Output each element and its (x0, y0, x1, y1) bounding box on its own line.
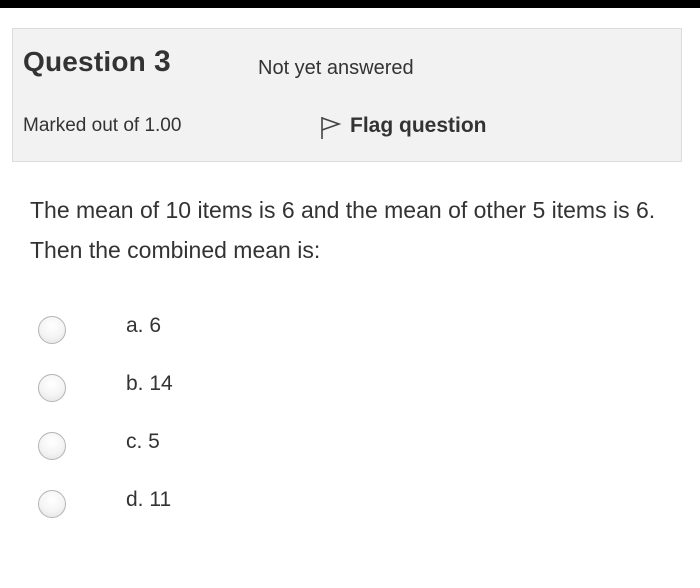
flag-question-button[interactable]: Flag question (318, 111, 487, 141)
answer-label-a[interactable]: a. 6 (126, 314, 161, 338)
answer-radio-c[interactable] (38, 432, 66, 460)
answer-radio-b[interactable] (38, 374, 66, 402)
flag-icon (318, 111, 342, 141)
answer-option-d[interactable]: d. 11 (38, 478, 438, 536)
top-bar (0, 0, 700, 8)
answer-option-a[interactable]: a. 6 (38, 304, 438, 362)
answer-label-d[interactable]: d. 11 (126, 488, 171, 512)
question-number-value: 3 (153, 45, 171, 78)
answer-list: a. 6 b. 14 c. 5 d. 11 (38, 304, 438, 536)
answer-radio-a[interactable] (38, 316, 66, 344)
question-number: Question 3 (23, 45, 171, 79)
answer-radio-d[interactable] (38, 490, 66, 518)
question-state: Not yet answered (258, 57, 414, 79)
question-label: Question (23, 46, 146, 77)
question-grade: Marked out of 1.00 (23, 115, 182, 136)
question-text: The mean of 10 items is 6 and the mean o… (30, 197, 656, 263)
question-info-box: Question 3 Not yet answered Marked out o… (12, 28, 682, 162)
answer-option-c[interactable]: c. 5 (38, 420, 438, 478)
answer-label-c[interactable]: c. 5 (126, 430, 160, 454)
answer-label-b[interactable]: b. 14 (126, 372, 173, 396)
answer-option-b[interactable]: b. 14 (38, 362, 438, 420)
flag-question-label: Flag question (350, 114, 487, 137)
